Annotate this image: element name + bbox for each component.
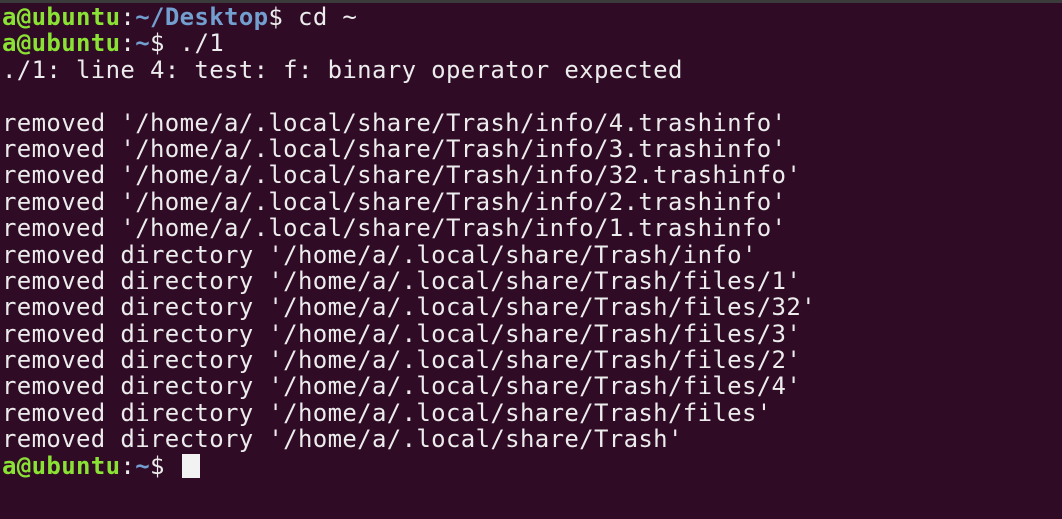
prompt-line-active[interactable]: a@ubuntu:~$ [2, 451, 1062, 480]
removed-output-line: removed directory '/home/a/.local/share/… [2, 346, 802, 375]
prompt-command: cd ~ [298, 3, 358, 31]
removed-output-line: removed '/home/a/.local/share/Trash/info… [2, 108, 787, 137]
prompt-path: ~/Desktop [135, 3, 269, 31]
removed-output-line: removed directory '/home/a/.local/share/… [2, 266, 802, 295]
prompt-separator: : [120, 451, 136, 480]
prompt-symbol: $ [150, 451, 180, 480]
removed-output-line: removed directory '/home/a/.local/share/… [2, 372, 802, 401]
prompt-line-2: a@ubuntu:~$ ./1 [2, 30, 1062, 56]
removed-output-line: removed '/home/a/.local/share/Trash/info… [2, 134, 787, 163]
removed-output-line: removed directory '/home/a/.local/share/… [2, 293, 816, 322]
prompt-user: a@ubuntu [2, 451, 121, 480]
blank-output-line [2, 83, 1062, 109]
prompt-path: ~ [135, 451, 151, 480]
removed-output-line: removed directory '/home/a/.local/share/… [2, 398, 772, 427]
prompt-separator: : [120, 29, 136, 58]
text-cursor [181, 453, 200, 478]
removed-output-line: removed '/home/a/.local/share/Trash/info… [2, 161, 802, 190]
prompt-path: ~ [135, 29, 151, 58]
prompt-separator: : [120, 3, 136, 31]
prompt-symbol: $ [268, 3, 299, 31]
terminal-window[interactable]: a@ubuntu:~/Desktop$ cd ~ a@ubuntu:~$ ./1… [0, 0, 1062, 519]
prompt-user: a@ubuntu [2, 29, 121, 58]
prompt-line-1: a@ubuntu:~/Desktop$ cd ~ [2, 4, 1062, 30]
removed-output-line: removed directory '/home/a/.local/share/… [2, 240, 757, 269]
removed-output-line: removed '/home/a/.local/share/Trash/info… [2, 214, 787, 243]
removed-output-line: removed '/home/a/.local/share/Trash/info… [2, 187, 787, 216]
prompt-command: ./1 [179, 29, 225, 58]
prompt-user: a@ubuntu [2, 3, 121, 31]
window-top-edge [0, 0, 1062, 3]
prompt-symbol: $ [150, 29, 180, 58]
removed-output-line: removed directory '/home/a/.local/share/… [2, 319, 802, 348]
error-output-line: ./1: line 4: test: f: binary operator ex… [2, 55, 683, 84]
removed-output-line: removed directory '/home/a/.local/share/… [2, 425, 683, 454]
